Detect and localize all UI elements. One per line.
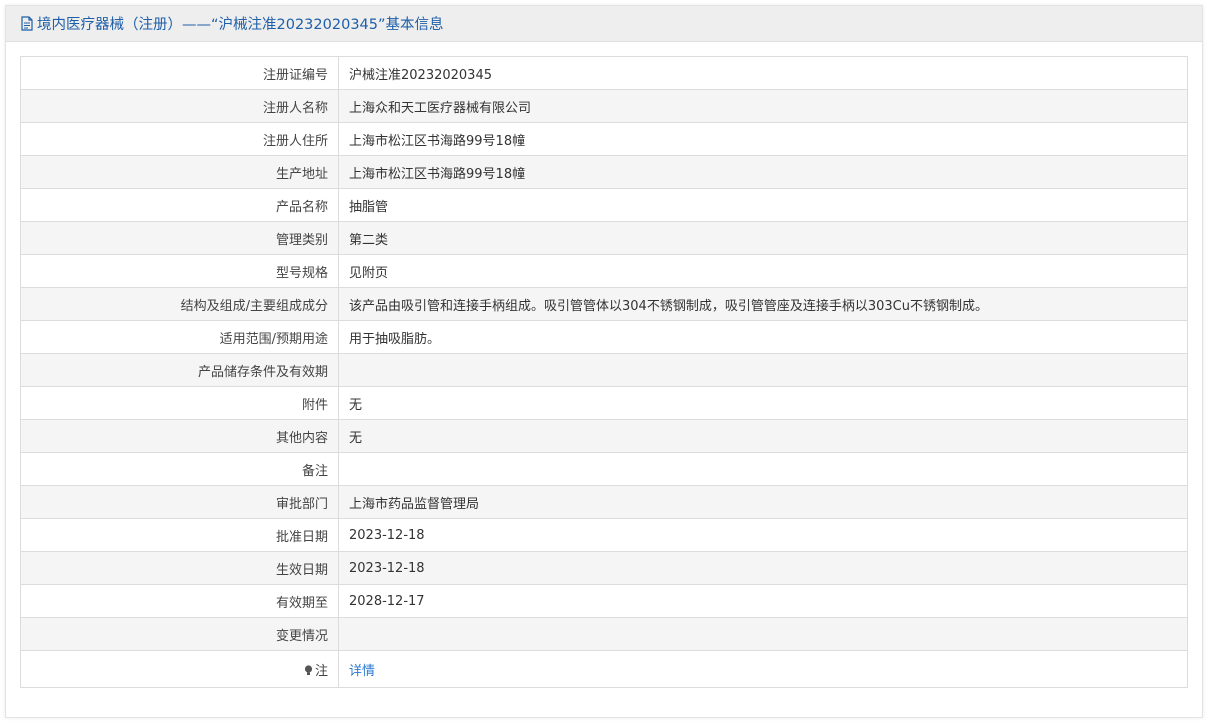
table-row: 产品名称 抽脂管 [20, 188, 1188, 222]
row-label: 产品名称 [20, 188, 339, 222]
row-value: 上海众和天工医疗器械有限公司 [338, 89, 1188, 123]
bulb-icon [304, 664, 313, 676]
row-label: 生产地址 [20, 155, 339, 189]
row-value: 上海市松江区书海路99号18幢 [338, 122, 1188, 156]
table-row: 生效日期 2023-12-18 [20, 551, 1188, 585]
table-row: 注册人住所 上海市松江区书海路99号18幢 [20, 122, 1188, 156]
row-value: 2023-12-18 [338, 551, 1188, 585]
row-value [338, 617, 1188, 651]
row-value: 见附页 [338, 254, 1188, 288]
row-value: 上海市药品监督管理局 [338, 485, 1188, 519]
row-label: 审批部门 [20, 485, 339, 519]
table-row: 生产地址 上海市松江区书海路99号18幢 [20, 155, 1188, 189]
row-value: 2023-12-18 [338, 518, 1188, 552]
row-value: 第二类 [338, 221, 1188, 255]
row-value [338, 353, 1188, 387]
row-label: 变更情况 [20, 617, 339, 651]
row-label: 生效日期 [20, 551, 339, 585]
table-row: 注册人名称 上海众和天工医疗器械有限公司 [20, 89, 1188, 123]
row-value: 沪械注准20232020345 [338, 56, 1188, 90]
note-value-cell: 详情 [338, 650, 1188, 688]
table-row: 注册证编号 沪械注准20232020345 [20, 56, 1188, 90]
device-info-panel: 境内医疗器械（注册）——“沪械注准20232020345”基本信息 注册证编号沪… [5, 5, 1203, 718]
row-value: 2028-12-17 [338, 584, 1188, 618]
row-label: 注册人住所 [20, 122, 339, 156]
detail-link[interactable]: 详情 [349, 664, 375, 679]
row-label: 产品储存条件及有效期 [20, 353, 339, 387]
page-title: 境内医疗器械（注册）——“沪械注准20232020345”基本信息 [37, 17, 444, 33]
table-row: 变更情况 [20, 617, 1188, 651]
note-label-cell: 注 [20, 650, 339, 688]
row-value: 上海市松江区书海路99号18幢 [338, 155, 1188, 189]
info-table: 注册证编号 沪械注准20232020345 注册人名称 上海众和天工医疗器械有限公司… [20, 56, 1188, 688]
row-value: 该产品由吸引管和连接手柄组成。吸引管管体以304不锈钢制成，吸引管管座及连接手柄… [338, 287, 1188, 321]
row-value: 无 [338, 386, 1188, 420]
row-value: 用于抽吸脂肪。 [338, 320, 1188, 354]
table-row: 备注 [20, 452, 1188, 486]
table-row: 附件无 [20, 386, 1188, 420]
row-label: 有效期至 [20, 584, 339, 618]
row-label: 附件 [20, 386, 339, 420]
row-label: 备注 [20, 452, 339, 486]
info-table-body: 注册证编号 沪械注准20232020345 注册人名称 上海众和天工医疗器械有限公司… [20, 56, 1188, 688]
document-icon [20, 16, 34, 31]
row-label: 型号规格 [20, 254, 339, 288]
row-label: 其他内容 [20, 419, 339, 453]
row-label: 注册人名称 [20, 89, 339, 123]
table-row: 型号规格 见附页 [20, 254, 1188, 288]
note-label: 注 [314, 663, 328, 679]
row-value [338, 452, 1188, 486]
table-row: 管理类别 第二类 [20, 221, 1188, 255]
table-row: 适用范围/预期用途 用于抽吸脂肪。 [20, 320, 1188, 354]
table-row: 有效期至 2028-12-17 [20, 584, 1188, 618]
row-label: 结构及组成/主要组成成分 [20, 287, 339, 321]
row-label: 批准日期 [20, 518, 339, 552]
table-row: 批准日期 2023-12-18 [20, 518, 1188, 552]
panel-header: 境内医疗器械（注册）——“沪械注准20232020345”基本信息 [6, 6, 1202, 42]
row-label: 管理类别 [20, 221, 339, 255]
row-value: 抽脂管 [338, 188, 1188, 222]
note-row: 注 详情 [20, 650, 1188, 688]
table-row: 其他内容无 [20, 419, 1188, 453]
row-label: 适用范围/预期用途 [20, 320, 339, 354]
table-row: 结构及组成/主要组成成分 该产品由吸引管和连接手柄组成。吸引管管体以304不锈钢制… [20, 287, 1188, 321]
row-label: 注册证编号 [20, 56, 339, 90]
table-row: 审批部门 上海市药品监督管理局 [20, 485, 1188, 519]
row-value: 无 [338, 419, 1188, 453]
table-row: 产品储存条件及有效期 [20, 353, 1188, 387]
